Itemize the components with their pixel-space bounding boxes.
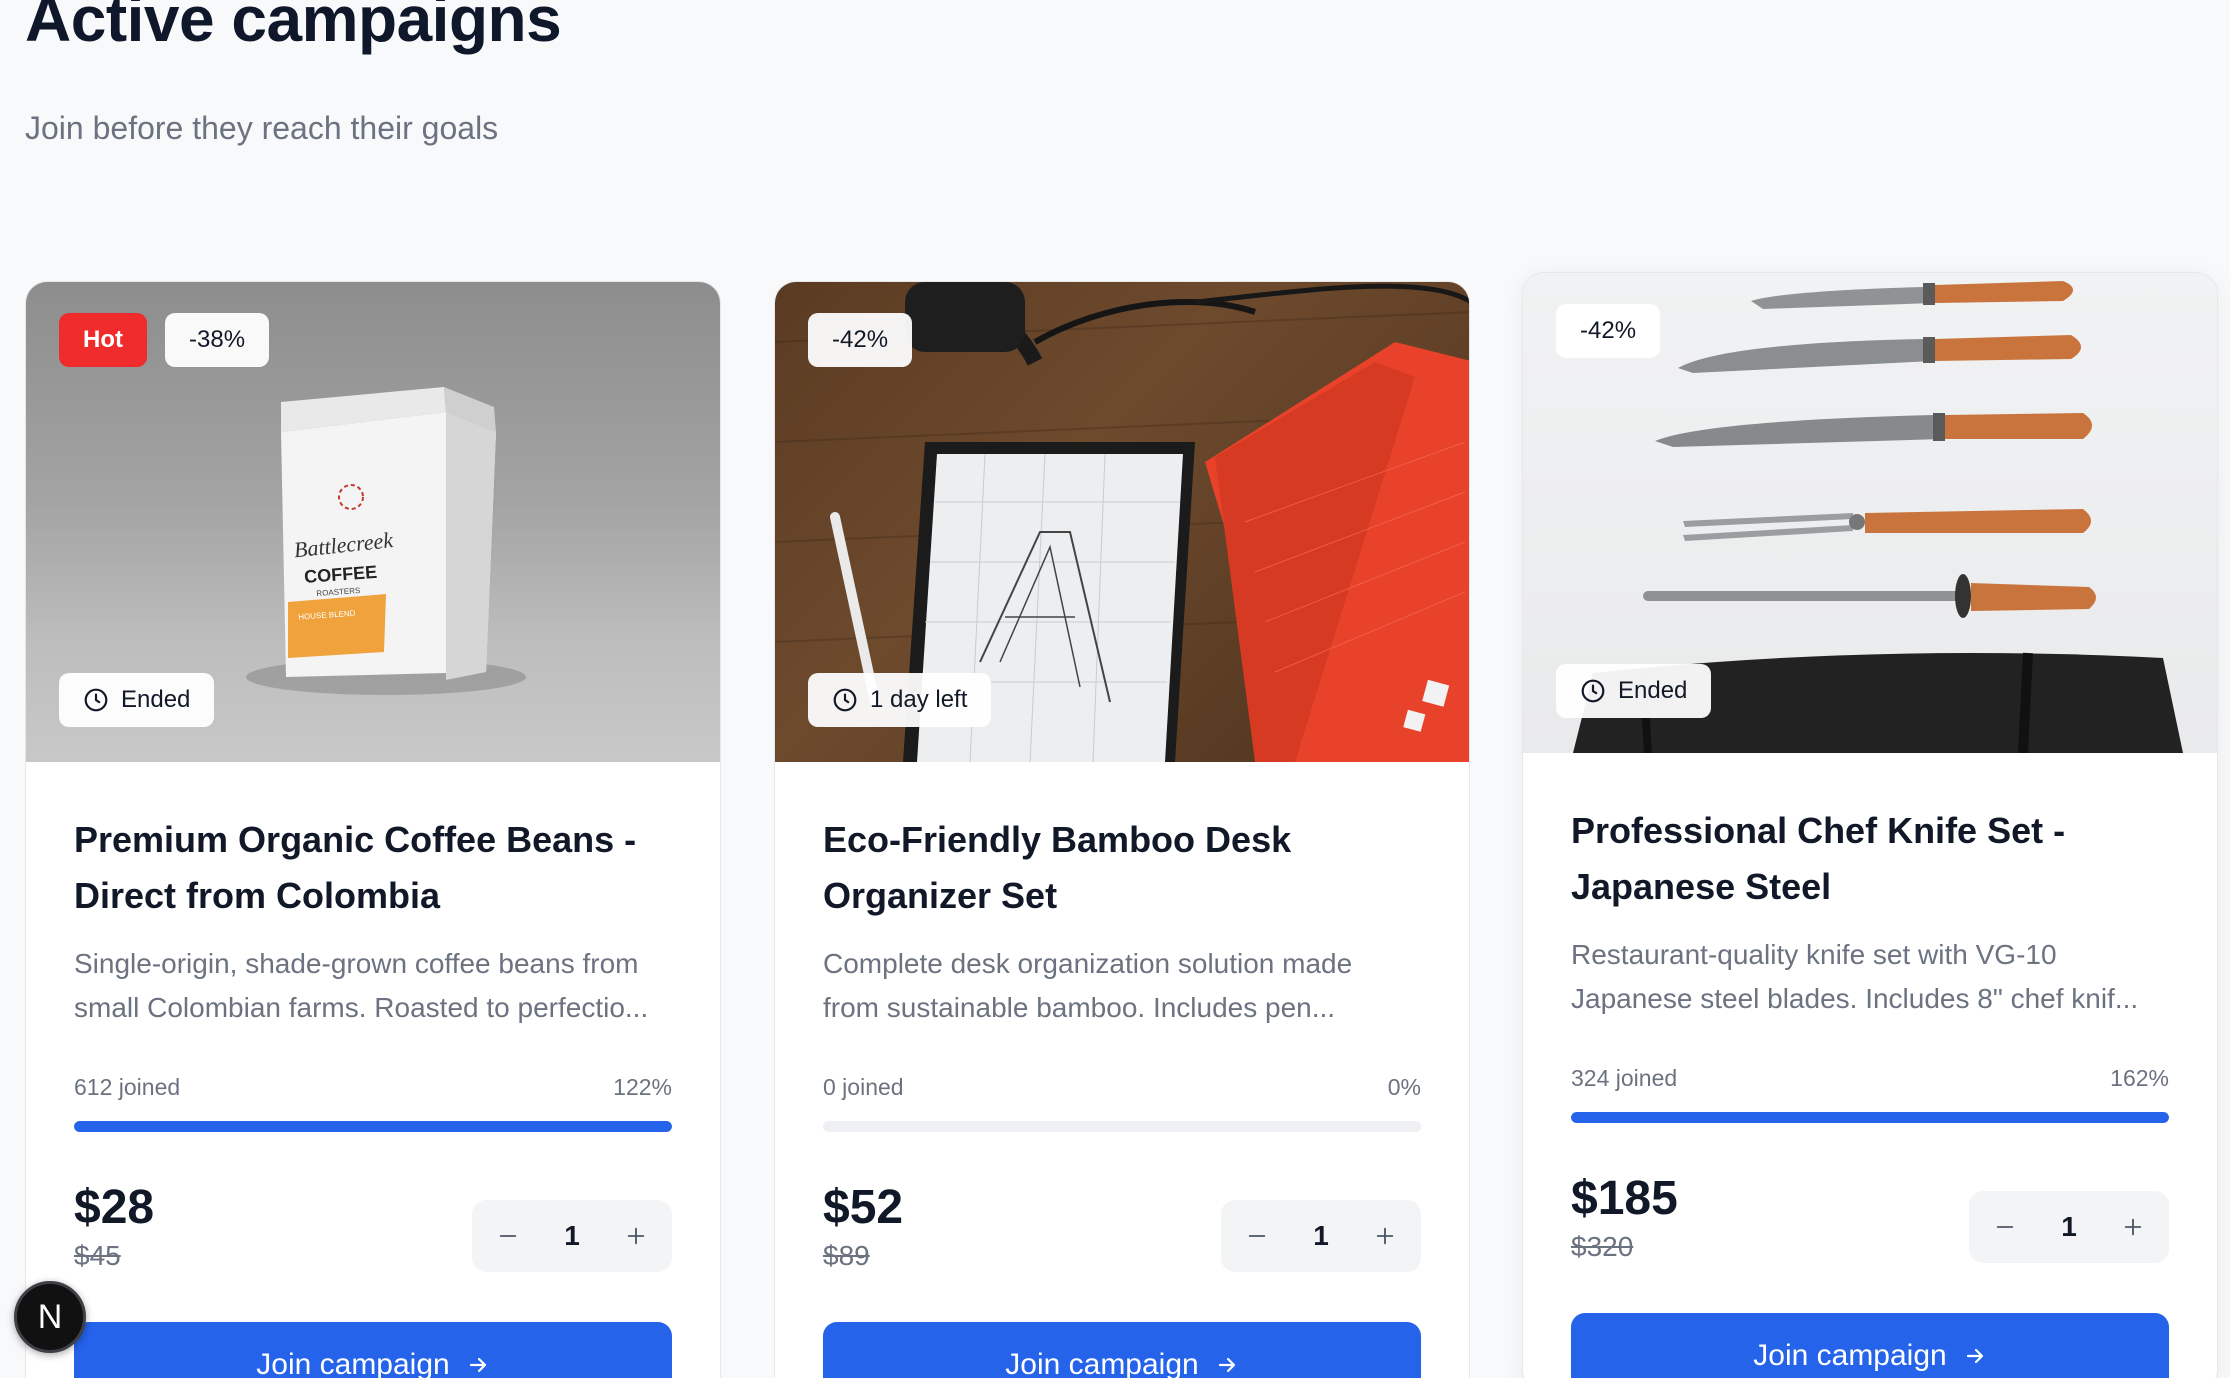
- progress-fill: [74, 1121, 672, 1132]
- campaign-title-line: Organizer Set: [823, 875, 1058, 916]
- join-campaign-button[interactable]: Join campaign: [823, 1322, 1421, 1378]
- campaign-description: Restaurant-quality knife set with VG-10 …: [1571, 933, 2169, 1021]
- plus-icon: [627, 1227, 645, 1245]
- description-line: Japanese steel blades. Includes 8" chef …: [1571, 983, 2139, 1014]
- progress-fill: [1571, 1112, 2169, 1123]
- quantity-value[interactable]: 1: [1313, 1220, 1329, 1252]
- quantity-stepper: 1: [1221, 1200, 1421, 1272]
- campaign-title-line: Professional Chef Knife Set -: [1571, 810, 2066, 851]
- time-status-badge: Ended: [1556, 664, 1712, 718]
- hot-badge: Hot: [59, 313, 147, 367]
- page-subtitle: Join before they reach their goals: [25, 110, 499, 146]
- arrow-right-icon: [469, 1357, 486, 1373]
- product-image-desk: -42% 1 day left: [775, 282, 1469, 762]
- join-campaign-button[interactable]: Join campaign: [74, 1322, 672, 1378]
- increase-quantity-button[interactable]: [1367, 1218, 1403, 1254]
- discount-badge: -38%: [165, 313, 270, 367]
- campaign-title-line: Japanese Steel: [1571, 866, 1832, 907]
- joined-count: 324 joined: [1571, 1065, 1678, 1091]
- description-line: Single-origin, shade-grown coffee beans …: [74, 948, 639, 979]
- minus-icon: [1248, 1235, 1266, 1237]
- decrease-quantity-button[interactable]: [490, 1218, 526, 1254]
- quantity-value[interactable]: 1: [2061, 1211, 2077, 1243]
- campaign-card[interactable]: Battlecreek COFFEE ROASTERS HOUSE BLEND …: [25, 281, 721, 1378]
- progress-percent: 162%: [2110, 1065, 2169, 1091]
- pricing: $185 $320 1: [1571, 1171, 2169, 1281]
- progress-bar: [1571, 1112, 2169, 1123]
- campaign-card[interactable]: -42% Ended Professional Chef Knife Set -…: [1522, 272, 2218, 1378]
- minus-icon: [1996, 1226, 2014, 1228]
- join-campaign-button[interactable]: Join campaign: [1571, 1313, 2169, 1378]
- plus-icon: [2124, 1218, 2142, 1236]
- description-line: Restaurant-quality knife set with VG-10: [1571, 939, 2057, 970]
- clock-icon: [833, 688, 857, 712]
- join-campaign-label: Join campaign: [1005, 1348, 1199, 1378]
- page-title: Active campaigns: [25, 0, 562, 55]
- clock-icon: [1581, 679, 1605, 703]
- join-campaign-label: Join campaign: [1753, 1339, 1947, 1372]
- discount-badge: -42%: [1556, 304, 1661, 358]
- joined-count: 612 joined: [74, 1074, 181, 1100]
- time-status-label: Ended: [1618, 677, 1688, 704]
- product-image-coffee: Battlecreek COFFEE ROASTERS HOUSE BLEND …: [26, 282, 720, 762]
- progress-bar: [74, 1121, 672, 1132]
- decrease-quantity-button[interactable]: [1987, 1209, 2023, 1245]
- campaign-description: Complete desk organization solution made…: [823, 942, 1421, 1030]
- plus-icon: [1376, 1227, 1394, 1245]
- arrow-right-icon: [1966, 1348, 1983, 1364]
- minus-icon: [499, 1235, 517, 1237]
- campaign-title-line: Direct from Colombia: [74, 875, 441, 916]
- progress-bar: [823, 1121, 1421, 1132]
- campaign-title[interactable]: Eco-Friendly Bamboo Desk Organizer Set: [823, 812, 1421, 924]
- progress-percent: 122%: [613, 1074, 672, 1100]
- pricing: $28 $45 1: [74, 1180, 672, 1290]
- campaign-title[interactable]: Professional Chef Knife Set - Japanese S…: [1571, 803, 2169, 915]
- campaign-stats: 324 joined 162%: [1571, 1065, 2169, 1092]
- campaign-title-line: Premium Organic Coffee Beans -: [74, 819, 637, 860]
- campaign-title-line: Eco-Friendly Bamboo Desk: [823, 819, 1292, 860]
- time-status-label: 1 day left: [870, 686, 968, 713]
- quantity-stepper: 1: [472, 1200, 672, 1272]
- time-status-badge: Ended: [59, 673, 215, 727]
- campaign-stats: 0 joined 0%: [823, 1074, 1421, 1101]
- campaign-title[interactable]: Premium Organic Coffee Beans - Direct fr…: [74, 812, 672, 924]
- join-campaign-label: Join campaign: [256, 1348, 450, 1378]
- discount-badge: -42%: [808, 313, 913, 367]
- quantity-value[interactable]: 1: [564, 1220, 580, 1252]
- campaigns-page: Active campaigns Join before they reach …: [0, 0, 2230, 1378]
- description-line: Complete desk organization solution made: [823, 948, 1353, 979]
- description-line: small Colombian farms. Roasted to perfec…: [74, 992, 649, 1023]
- decrease-quantity-button[interactable]: [1239, 1218, 1275, 1254]
- quantity-stepper: 1: [1969, 1191, 2169, 1263]
- increase-quantity-button[interactable]: [618, 1218, 654, 1254]
- arrow-right-icon: [1218, 1357, 1235, 1373]
- pricing: $52 $89 1: [823, 1180, 1421, 1290]
- campaign-description: Single-origin, shade-grown coffee beans …: [74, 942, 672, 1030]
- dev-tools-indicator[interactable]: N: [14, 1281, 86, 1353]
- time-status-label: Ended: [121, 686, 191, 713]
- progress-percent: 0%: [1387, 1074, 1421, 1100]
- joined-count: 0 joined: [823, 1074, 904, 1100]
- campaign-card[interactable]: -42% 1 day left Eco-Friendly Bamboo Desk…: [774, 281, 1470, 1378]
- clock-icon: [84, 688, 108, 712]
- description-line: from sustainable bamboo. Includes pen...: [823, 992, 1336, 1023]
- product-image-knives: -42% Ended: [1523, 273, 2217, 753]
- campaign-stats: 612 joined 122%: [74, 1074, 672, 1101]
- increase-quantity-button[interactable]: [2115, 1209, 2151, 1245]
- time-status-badge: 1 day left: [808, 673, 992, 727]
